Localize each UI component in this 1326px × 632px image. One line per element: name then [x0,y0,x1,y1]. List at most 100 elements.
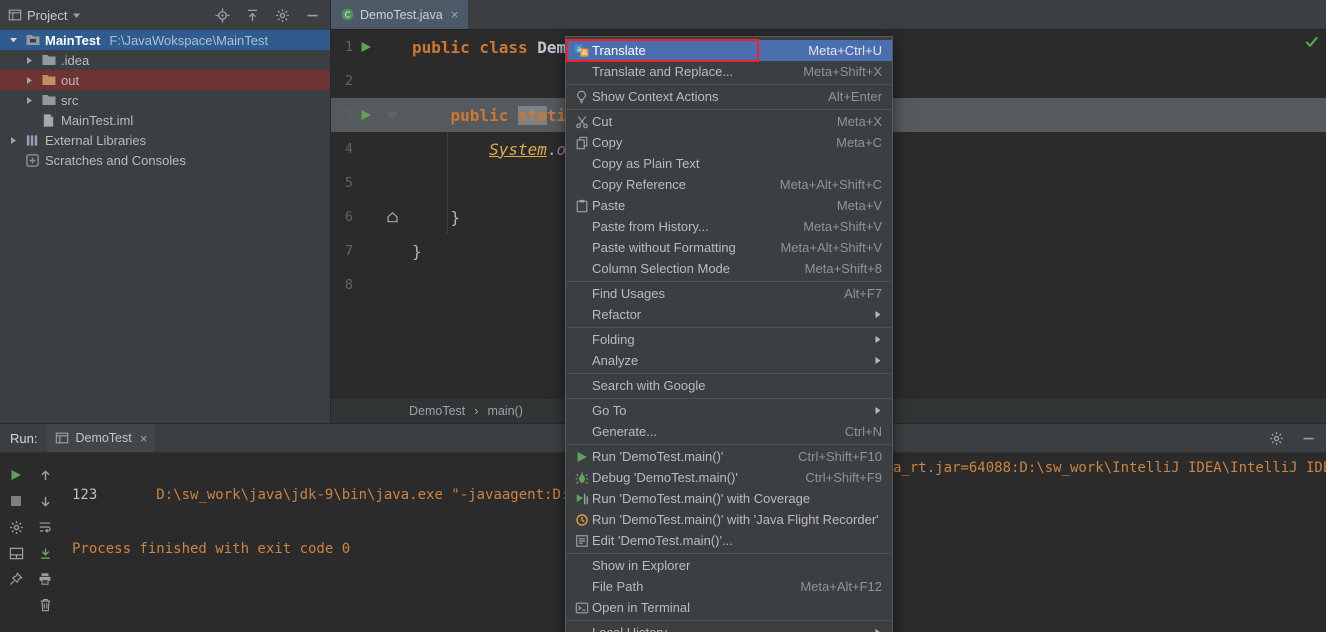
menu-item-open-in-terminal[interactable]: Open in Terminal [566,597,892,618]
submenu-arrow-icon [873,628,882,632]
menu-item-label: Copy as Plain Text [592,156,882,171]
run-toolbar [0,453,64,632]
code-text: } [412,242,422,261]
line-number: 6 [331,209,353,225]
rerun-button[interactable] [7,466,25,484]
chevron-down-icon[interactable] [72,11,81,20]
menu-item-paste-from-history[interactable]: Paste from History...Meta+Shift+V [566,216,892,237]
run-settings-button[interactable] [7,518,25,536]
print-button[interactable] [36,570,54,588]
run-panel-actions [1268,430,1316,446]
chevron-right-icon[interactable] [22,56,36,65]
menu-item-copy-as-plain-text[interactable]: Copy as Plain Text [566,153,892,174]
run-line-icon[interactable] [360,109,372,121]
editor-context-menu: aATranslateMeta+Ctrl+UTranslate and Repl… [565,36,893,632]
pin-tab-button[interactable] [7,570,25,588]
menu-item-translate[interactable]: aATranslateMeta+Ctrl+U [566,40,892,61]
menu-item-run-demotest-main-with-java-flight-recorder[interactable]: Run 'DemoTest.main()' with 'Java Flight … [566,509,892,530]
menu-item-column-selection-mode[interactable]: Column Selection ModeMeta+Shift+8 [566,258,892,279]
up-stack-trace-button[interactable] [36,466,54,484]
run-line-icon[interactable] [360,41,372,53]
menu-item-search-with-google[interactable]: Search with Google [566,375,892,396]
menu-item-cut[interactable]: CutMeta+X [566,111,892,132]
menu-item-translate-and-replace[interactable]: Translate and Replace...Meta+Shift+X [566,61,892,82]
menu-item-edit-demotest-main[interactable]: Edit 'DemoTest.main()'... [566,530,892,551]
run-tab-demotest[interactable]: DemoTest × [47,424,155,452]
restore-layout-button[interactable] [7,544,25,562]
menu-item-copy[interactable]: CopyMeta+C [566,132,892,153]
chevron-down-icon[interactable] [6,36,20,45]
menu-item-label: Show Context Actions [592,89,812,104]
tree-item-maintest-iml[interactable]: MainTest.iml [0,110,330,130]
gutter: 6 [331,200,409,234]
down-stack-trace-button[interactable] [36,492,54,510]
menu-shortcut: Alt+Enter [828,89,882,104]
hide-panel-button[interactable] [1300,430,1316,446]
ide-window: Project MainTest F:\JavaWokspace\MainTes… [0,0,1326,632]
menu-item-paste-without-formatting[interactable]: Paste without FormattingMeta+Alt+Shift+V [566,237,892,258]
menu-item-folding[interactable]: Folding [566,329,892,350]
gutter-slot [379,109,405,122]
tree-item-src[interactable]: src [0,90,330,110]
menu-item-local-history[interactable]: Local History [566,622,892,632]
menu-item-label: Local History [592,625,857,632]
hide-panel-button[interactable] [304,7,320,23]
editor-tab-demotest[interactable]: C DemoTest.java × [331,0,468,29]
tree-item-scratches-and-consoles[interactable]: Scratches and Consoles [0,150,330,170]
close-icon[interactable]: × [140,431,148,446]
menu-shortcut: Meta+Shift+8 [805,261,882,276]
paste-icon [571,199,592,213]
chevron-right-icon[interactable] [6,136,20,145]
menu-item-label: Show in Explorer [592,558,882,573]
tree-item-external-libraries[interactable]: External Libraries [0,130,330,150]
menu-item-run-demotest-main[interactable]: Run 'DemoTest.main()' Ctrl+Shift+F10 [566,446,892,467]
settings-button[interactable] [274,7,290,23]
menu-item-analyze[interactable]: Analyze [566,350,892,371]
chevron-right-icon[interactable] [22,96,36,105]
tree-item-path: F:\JavaWokspace\MainTest [109,33,268,48]
breadcrumb-method[interactable]: main() [487,404,522,418]
soft-wrap-button[interactable] [36,518,54,536]
tree-item-label: out [61,73,79,88]
inspection-ok-icon[interactable] [1304,34,1319,49]
menu-item-go-to[interactable]: Go To [566,400,892,421]
menu-item-show-in-explorer[interactable]: Show in Explorer [566,555,892,576]
menu-item-paste[interactable]: PasteMeta+V [566,195,892,216]
tree-item-maintest[interactable]: MainTest F:\JavaWokspace\MainTest [0,30,330,50]
menu-shortcut: Ctrl+Shift+F10 [798,449,882,464]
menu-item-label: Go To [592,403,857,418]
menu-shortcut: Meta+V [837,198,882,213]
menu-item-copy-reference[interactable]: Copy ReferenceMeta+Alt+Shift+C [566,174,892,195]
collapse-all-button[interactable] [244,7,260,23]
menu-item-debug-demotest-main[interactable]: Debug 'DemoTest.main()'Ctrl+Shift+F9 [566,467,892,488]
line-number: 2 [331,73,353,89]
console-settings-button[interactable] [1268,430,1284,446]
menu-item-generate[interactable]: Generate...Ctrl+N [566,421,892,442]
project-view-title[interactable]: Project [27,8,67,23]
menu-item-label: Run 'DemoTest.main()' [592,449,782,464]
breadcrumb-class[interactable]: DemoTest [409,404,465,418]
console-tab-icon [55,431,69,445]
gutter: 2 [331,64,409,98]
menu-item-find-usages[interactable]: Find UsagesAlt+F7 [566,283,892,304]
select-opened-file-button[interactable] [214,7,230,23]
tree-item-label: MainTest [45,33,100,48]
close-icon[interactable]: × [451,7,459,22]
scroll-to-end-button[interactable] [36,544,54,562]
menu-item-show-context-actions[interactable]: Show Context Actions Alt+Enter [566,86,892,107]
tree-item-idea[interactable]: .idea [0,50,330,70]
menu-item-label: Folding [592,332,857,347]
menu-item-file-path[interactable]: File PathMeta+Alt+F12 [566,576,892,597]
gutter: 1 [331,30,409,64]
gutter: 8 [331,268,409,302]
gutter-slot [353,41,379,53]
clear-all-button[interactable] [36,596,54,614]
menu-item-refactor[interactable]: Refactor [566,304,892,325]
chevron-right-icon[interactable] [22,76,36,85]
menu-item-run-demotest-main-with-coverage[interactable]: Run 'DemoTest.main()' with Coverage [566,488,892,509]
run-icon [571,451,592,463]
svg-text:A: A [582,48,587,57]
menu-shortcut: Meta+C [836,135,882,150]
stop-button[interactable] [7,492,25,510]
tree-item-out[interactable]: out [0,70,330,90]
